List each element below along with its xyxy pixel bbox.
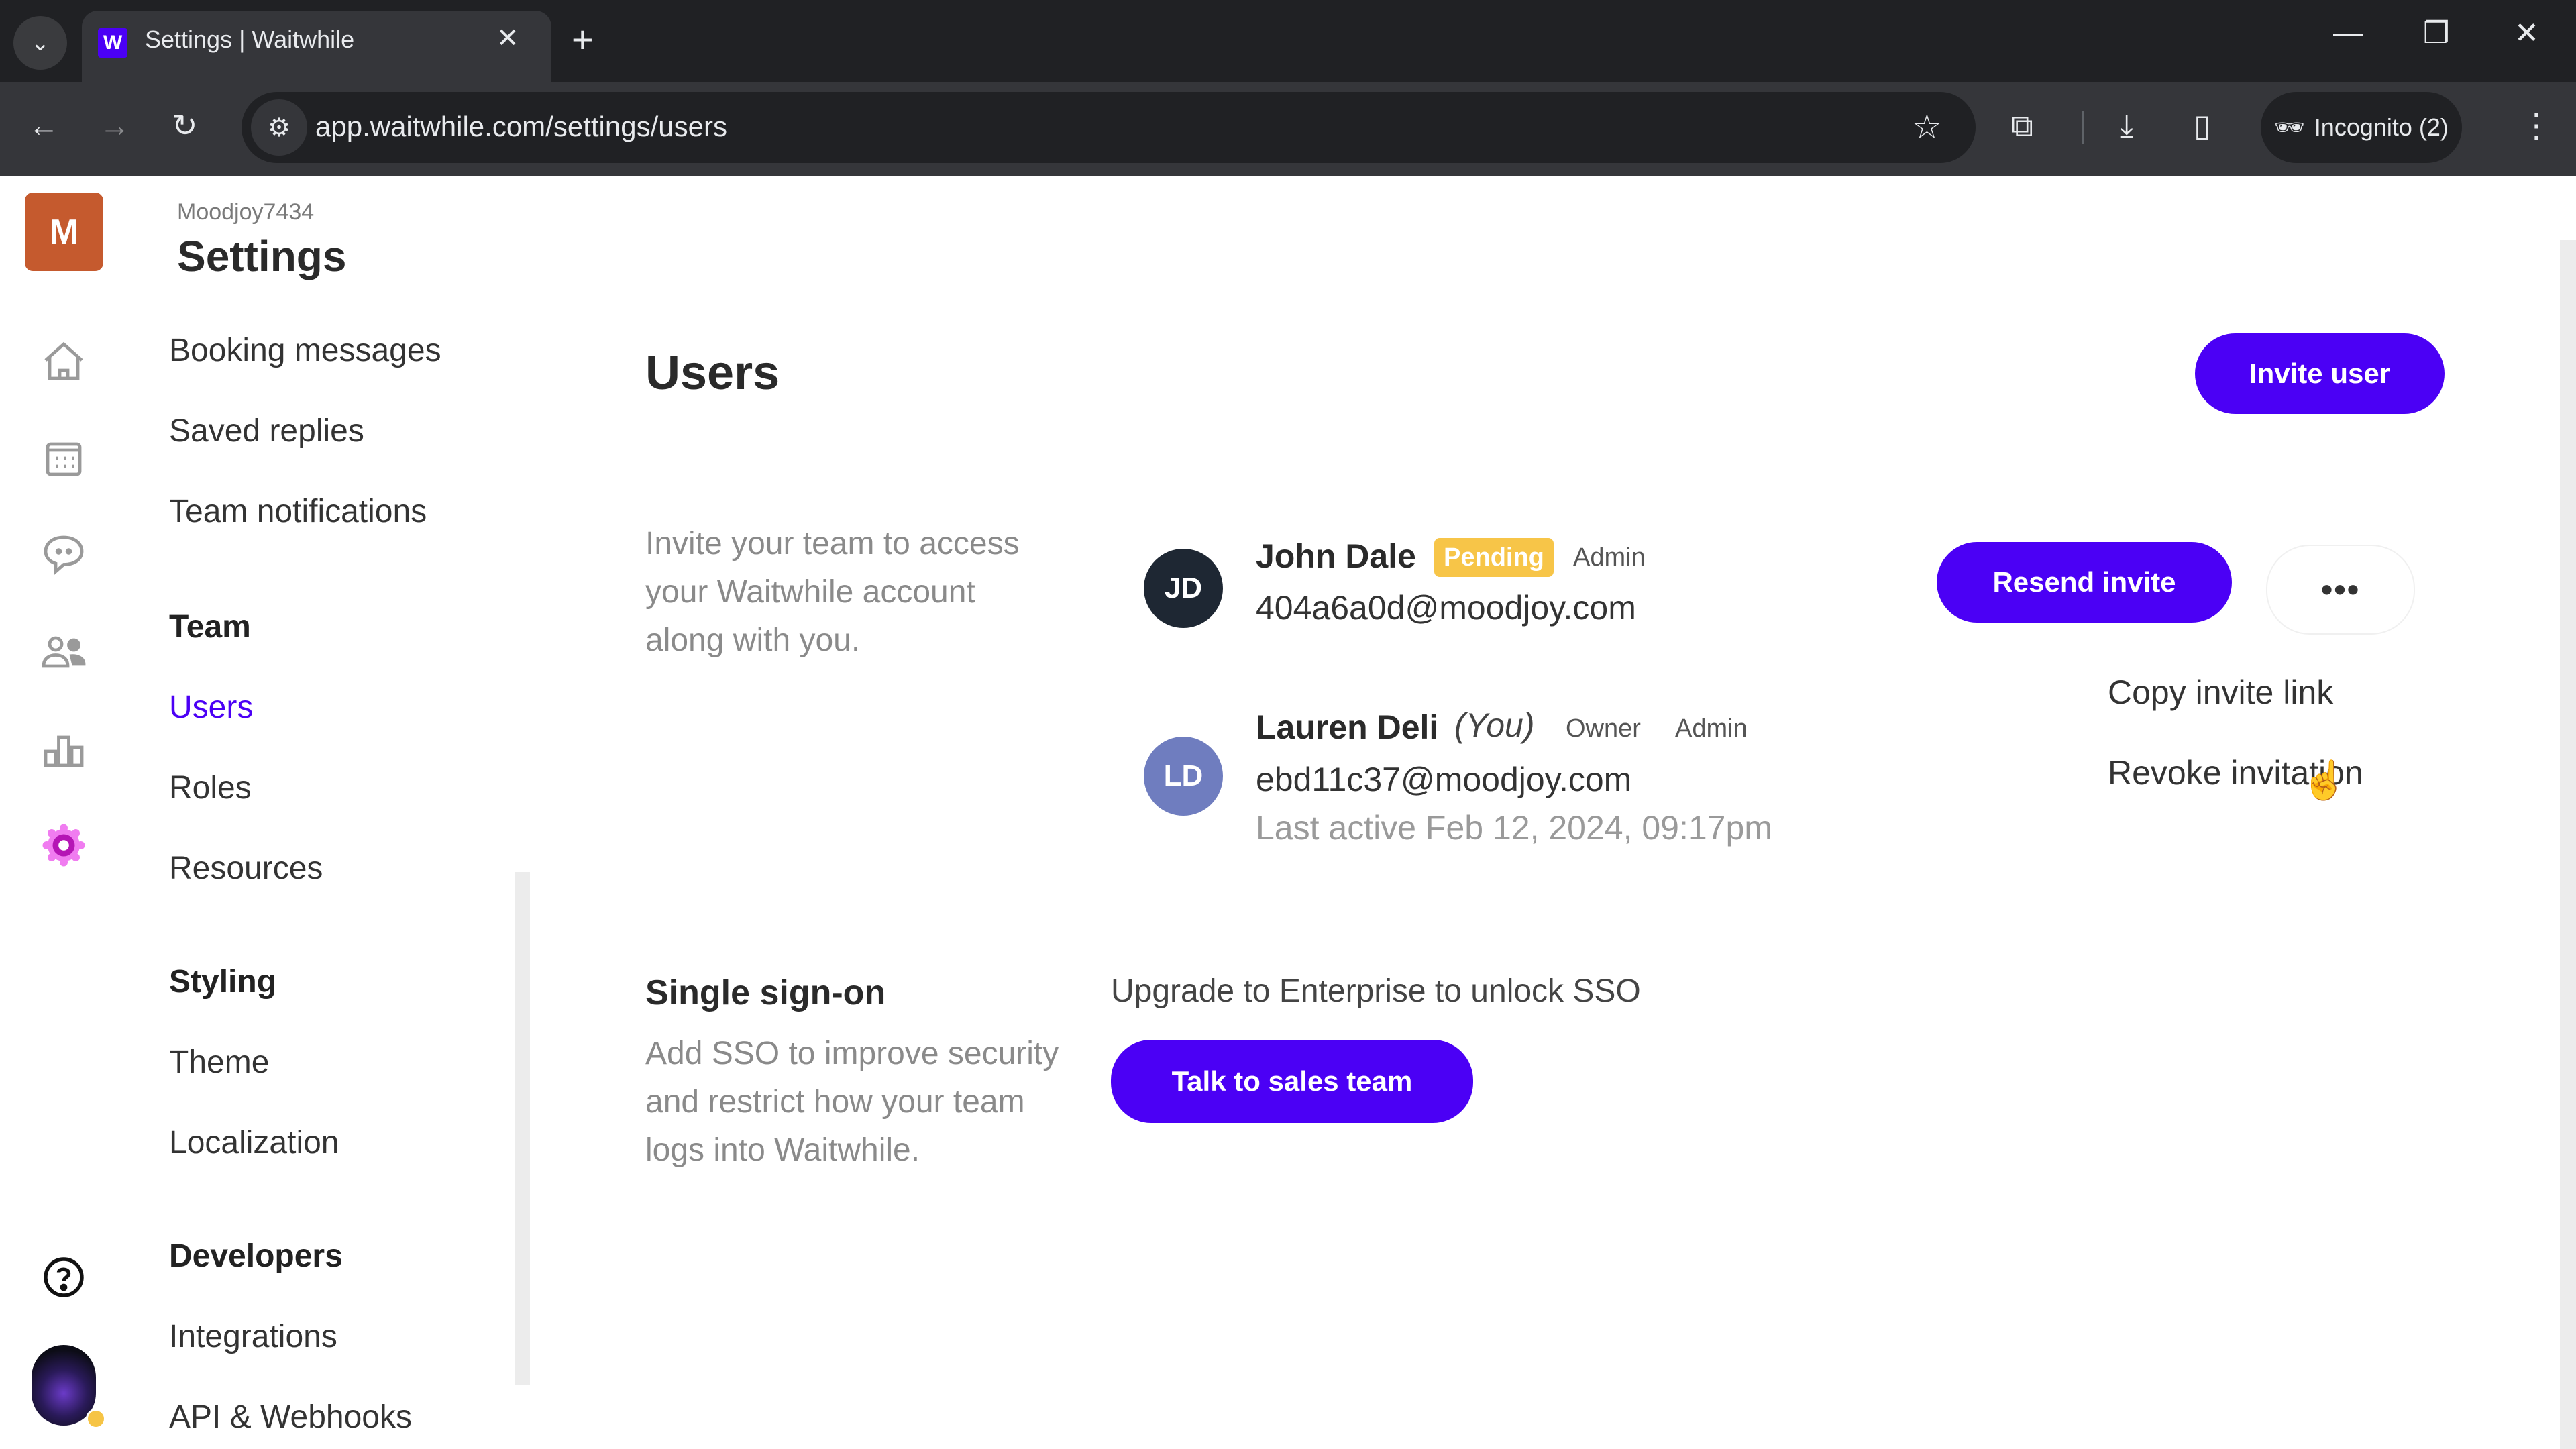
invite-user-button[interactable]: Invite user [2195,333,2445,414]
last-active: Last active Feb 12, 2024, 09:17pm [1256,809,1772,847]
user-role-admin: Admin [1675,714,1748,743]
incognito-icon: 🕶 [2274,113,2305,141]
user-avatar-ld: LD [1144,737,1223,816]
toolbar-divider [2082,111,2084,144]
status-dot [86,1409,106,1429]
nav-team-notifications[interactable]: Team notifications [169,493,427,530]
close-tab-icon[interactable]: ✕ [496,23,519,54]
more-horizontal-icon: ••• [2320,571,2361,608]
users-icon [42,636,86,668]
sso-title: Single sign-on [645,973,886,1012]
user-email: ebd11c37@moodjoy.com [1256,761,1632,798]
nav-scrollbar[interactable] [515,872,530,1385]
nav-saved-replies[interactable]: Saved replies [169,413,364,449]
user-avatar[interactable] [32,1345,96,1426]
download-icon[interactable]: ⤓ [2120,107,2133,145]
rail-analytics[interactable] [37,722,91,776]
rail-messages[interactable] [37,527,91,580]
tab-title: Settings | Waitwhile [145,25,355,53]
nav-section-developers: Developers [169,1238,343,1274]
bar-chart-icon [44,735,84,767]
chat-bubble-icon [44,535,84,576]
rail-customers[interactable] [37,625,91,679]
nav-theme[interactable]: Theme [169,1044,269,1081]
you-label: (You) [1454,706,1535,744]
help-circle-icon [44,1257,84,1297]
resend-invite-button[interactable]: Resend invite [1937,542,2232,623]
users-description: Invite your team to access your Waitwhil… [645,526,1020,658]
nav-roles[interactable]: Roles [169,769,252,806]
user-name: John Dale [1256,537,1416,575]
nav-api-webhooks[interactable]: API & Webhooks [169,1399,412,1436]
site-info-icon[interactable]: ⚙ [251,99,307,156]
nav-users[interactable]: Users [169,689,253,726]
org-name: Moodjoy7434 [177,199,315,225]
rail-settings[interactable] [37,818,91,872]
page-scrollbar[interactable] [2560,240,2576,1449]
hand-cursor-icon: ☝ [2301,759,2348,801]
user-avatar-jd: JD [1144,549,1223,628]
incognito-button[interactable]: 🕶 Incognito (2) [2261,92,2462,163]
side-panel-icon[interactable]: ▯ [2194,107,2210,144]
rail-home[interactable] [37,335,91,389]
more-vertical-icon[interactable]: ⋮ [2520,106,2553,145]
forward-icon[interactable]: → [99,107,130,144]
chevron-down-icon: ⌄ [30,30,50,56]
new-tab-icon[interactable]: + [572,17,594,61]
back-icon[interactable]: ← [28,107,59,144]
nav-section-styling: Styling [169,964,277,1000]
nav-section-team: Team [169,609,251,645]
more-options-button[interactable]: ••• [2266,545,2415,635]
restore-icon[interactable]: ❐ [2423,16,2449,50]
nav-integrations[interactable]: Integrations [169,1318,337,1355]
sso-description: Add SSO to improve security and restrict… [645,1036,1059,1168]
url-text[interactable]: app.waitwhile.com/settings/users [315,111,727,143]
minimize-icon[interactable]: — [2333,16,2363,50]
page-title: Settings [177,232,347,280]
calendar-icon [46,442,82,476]
user-email: 404a6a0d@moodjoy.com [1256,589,1636,627]
close-window-icon[interactable]: ✕ [2514,16,2539,50]
menu-copy-invite-link[interactable]: Copy invite link [2108,673,2333,712]
section-title-users: Users [645,346,780,400]
incognito-label: Incognito (2) [2314,113,2449,141]
rail-calendar[interactable] [37,431,91,485]
gear-icon [42,824,85,867]
home-icon [44,341,83,380]
org-logo[interactable]: M [25,193,103,271]
rail-help[interactable] [37,1250,91,1304]
nav-localization[interactable]: Localization [169,1124,339,1161]
status-badge-pending: Pending [1434,538,1554,577]
talk-to-sales-button[interactable]: Talk to sales team [1111,1040,1473,1123]
reload-icon[interactable]: ↻ [172,107,198,144]
extensions-icon[interactable]: ⧉ [2011,107,2033,145]
nav-booking-messages[interactable]: Booking messages [169,332,441,369]
tab-list-button[interactable]: ⌄ [13,16,67,70]
user-role-owner: Owner [1566,714,1641,743]
user-name: Lauren Deli [1256,708,1439,746]
nav-resources[interactable]: Resources [169,850,323,887]
sso-upgrade-text: Upgrade to Enterprise to unlock SSO [1111,973,1641,1009]
user-role: Admin [1573,543,1646,572]
bookmark-star-icon[interactable]: ☆ [1912,107,1942,146]
waitwhile-favicon-icon: W [98,28,127,58]
